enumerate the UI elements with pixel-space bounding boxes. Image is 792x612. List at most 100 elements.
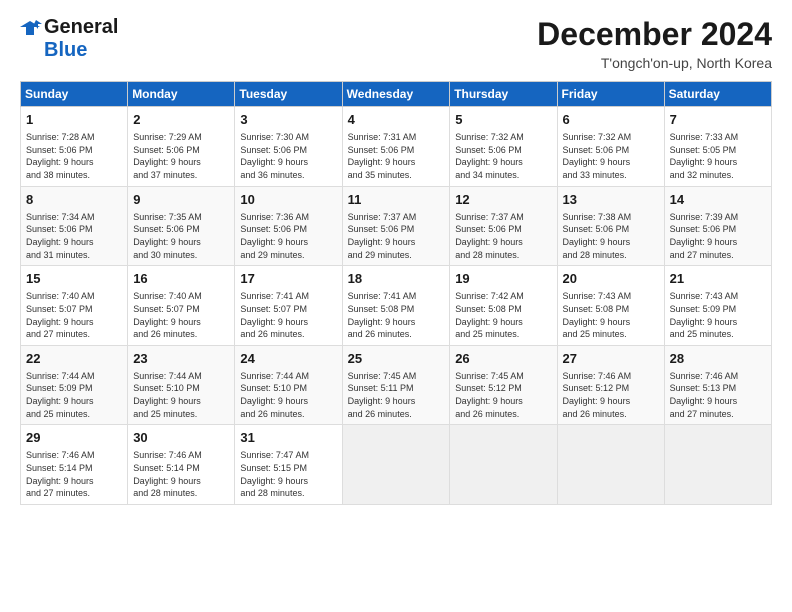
calendar-cell: 27 Sunrise: 7:46 AM Sunset: 5:12 PM Dayli… [557, 345, 664, 425]
header: General Blue December 2024 T'ongch'on-up… [20, 16, 772, 71]
day-number: 4 [348, 111, 445, 129]
day-number: 8 [26, 191, 122, 209]
calendar-table: Sunday Monday Tuesday Wednesday Thursday… [20, 81, 772, 505]
logo-blue: Blue [44, 39, 87, 62]
col-saturday: Saturday [664, 82, 771, 107]
calendar-cell: 20 Sunrise: 7:43 AM Sunset: 5:08 PM Dayli… [557, 266, 664, 346]
day-number: 17 [240, 270, 336, 288]
day-number: 22 [26, 350, 122, 368]
day-number: 5 [455, 111, 551, 129]
calendar-week-row: 29 Sunrise: 7:46 AM Sunset: 5:14 PM Dayli… [21, 425, 772, 505]
day-number: 31 [240, 429, 336, 447]
calendar-cell: 16 Sunrise: 7:40 AM Sunset: 5:07 PM Dayli… [128, 266, 235, 346]
day-number: 28 [670, 350, 766, 368]
calendar-week-row: 22 Sunrise: 7:44 AM Sunset: 5:09 PM Dayli… [21, 345, 772, 425]
calendar-cell: 28Sunrise: 7:46 AM Sunset: 5:13 PM Dayli… [664, 345, 771, 425]
day-info: Sunrise: 7:44 AM Sunset: 5:10 PM Dayligh… [133, 370, 229, 420]
day-number: 16 [133, 270, 229, 288]
day-number: 9 [133, 191, 229, 209]
calendar-cell: 18Sunrise: 7:41 AM Sunset: 5:08 PM Dayli… [342, 266, 450, 346]
day-number: 6 [563, 111, 659, 129]
calendar-cell: 8 Sunrise: 7:34 AM Sunset: 5:06 PM Daylig… [21, 186, 128, 266]
calendar-cell: 25Sunrise: 7:45 AM Sunset: 5:11 PM Dayli… [342, 345, 450, 425]
day-number: 2 [133, 111, 229, 129]
calendar-page: General Blue December 2024 T'ongch'on-up… [0, 0, 792, 612]
day-number: 21 [670, 270, 766, 288]
day-number: 11 [348, 191, 445, 209]
day-info: Sunrise: 7:29 AM Sunset: 5:06 PM Dayligh… [133, 131, 229, 181]
col-wednesday: Wednesday [342, 82, 450, 107]
day-info: Sunrise: 7:32 AM Sunset: 5:06 PM Dayligh… [563, 131, 659, 181]
calendar-cell: 9Sunrise: 7:35 AM Sunset: 5:06 PM Daylig… [128, 186, 235, 266]
calendar-week-row: 8 Sunrise: 7:34 AM Sunset: 5:06 PM Daylig… [21, 186, 772, 266]
day-number: 13 [563, 191, 659, 209]
logo: General Blue [20, 16, 118, 62]
day-number: 14 [670, 191, 766, 209]
day-number: 27 [563, 350, 659, 368]
day-number: 10 [240, 191, 336, 209]
calendar-cell: 21 Sunrise: 7:43 AM Sunset: 5:09 PM Dayli… [664, 266, 771, 346]
day-info: Sunrise: 7:40 AM Sunset: 5:07 PM Dayligh… [133, 290, 229, 340]
day-number: 19 [455, 270, 551, 288]
day-number: 15 [26, 270, 122, 288]
calendar-cell: 26 Sunrise: 7:45 AM Sunset: 5:12 PM Dayli… [450, 345, 557, 425]
calendar-cell: 7 Sunrise: 7:33 AM Sunset: 5:05 PM Daylig… [664, 107, 771, 187]
calendar-cell: 17 Sunrise: 7:41 AM Sunset: 5:07 PM Dayli… [235, 266, 342, 346]
calendar-week-row: 15 Sunrise: 7:40 AM Sunset: 5:07 PM Dayli… [21, 266, 772, 346]
day-number: 23 [133, 350, 229, 368]
day-number: 29 [26, 429, 122, 447]
day-info: Sunrise: 7:46 AM Sunset: 5:12 PM Dayligh… [563, 370, 659, 420]
calendar-subtitle: T'ongch'on-up, North Korea [537, 55, 772, 71]
day-info: Sunrise: 7:41 AM Sunset: 5:08 PM Dayligh… [348, 290, 445, 340]
calendar-header-row: Sunday Monday Tuesday Wednesday Thursday… [21, 82, 772, 107]
day-info: Sunrise: 7:34 AM Sunset: 5:06 PM Dayligh… [26, 211, 122, 261]
calendar-cell: 5 Sunrise: 7:32 AM Sunset: 5:06 PM Daylig… [450, 107, 557, 187]
day-info: Sunrise: 7:45 AM Sunset: 5:12 PM Dayligh… [455, 370, 551, 420]
calendar-cell: 4 Sunrise: 7:31 AM Sunset: 5:06 PM Daylig… [342, 107, 450, 187]
calendar-cell: 31 Sunrise: 7:47 AM Sunset: 5:15 PM Dayli… [235, 425, 342, 505]
calendar-cell: 12Sunrise: 7:37 AM Sunset: 5:06 PM Dayli… [450, 186, 557, 266]
day-number: 3 [240, 111, 336, 129]
calendar-cell: 13Sunrise: 7:38 AM Sunset: 5:06 PM Dayli… [557, 186, 664, 266]
day-number: 24 [240, 350, 336, 368]
day-info: Sunrise: 7:40 AM Sunset: 5:07 PM Dayligh… [26, 290, 122, 340]
calendar-cell: 6 Sunrise: 7:32 AM Sunset: 5:06 PM Daylig… [557, 107, 664, 187]
day-number: 20 [563, 270, 659, 288]
day-info: Sunrise: 7:37 AM Sunset: 5:06 PM Dayligh… [348, 211, 445, 261]
day-info: Sunrise: 7:42 AM Sunset: 5:08 PM Dayligh… [455, 290, 551, 340]
col-monday: Monday [128, 82, 235, 107]
day-number: 26 [455, 350, 551, 368]
day-number: 30 [133, 429, 229, 447]
day-info: Sunrise: 7:44 AM Sunset: 5:09 PM Dayligh… [26, 370, 122, 420]
calendar-cell: 10 Sunrise: 7:36 AM Sunset: 5:06 PM Dayli… [235, 186, 342, 266]
calendar-cell: 22 Sunrise: 7:44 AM Sunset: 5:09 PM Dayli… [21, 345, 128, 425]
calendar-cell: 23 Sunrise: 7:44 AM Sunset: 5:10 PM Dayli… [128, 345, 235, 425]
calendar-cell: 1Sunrise: 7:28 AM Sunset: 5:06 PM Daylig… [21, 107, 128, 187]
day-number: 7 [670, 111, 766, 129]
day-number: 25 [348, 350, 445, 368]
day-info: Sunrise: 7:33 AM Sunset: 5:05 PM Dayligh… [670, 131, 766, 181]
col-tuesday: Tuesday [235, 82, 342, 107]
day-info: Sunrise: 7:43 AM Sunset: 5:09 PM Dayligh… [670, 290, 766, 340]
col-thursday: Thursday [450, 82, 557, 107]
col-sunday: Sunday [21, 82, 128, 107]
col-friday: Friday [557, 82, 664, 107]
calendar-cell: 11 Sunrise: 7:37 AM Sunset: 5:06 PM Dayli… [342, 186, 450, 266]
day-info: Sunrise: 7:43 AM Sunset: 5:08 PM Dayligh… [563, 290, 659, 340]
day-info: Sunrise: 7:41 AM Sunset: 5:07 PM Dayligh… [240, 290, 336, 340]
day-info: Sunrise: 7:32 AM Sunset: 5:06 PM Dayligh… [455, 131, 551, 181]
day-info: Sunrise: 7:36 AM Sunset: 5:06 PM Dayligh… [240, 211, 336, 261]
calendar-cell: 29Sunrise: 7:46 AM Sunset: 5:14 PM Dayli… [21, 425, 128, 505]
calendar-cell [664, 425, 771, 505]
day-info: Sunrise: 7:47 AM Sunset: 5:15 PM Dayligh… [240, 449, 336, 499]
day-info: Sunrise: 7:46 AM Sunset: 5:14 PM Dayligh… [133, 449, 229, 499]
day-info: Sunrise: 7:31 AM Sunset: 5:06 PM Dayligh… [348, 131, 445, 181]
calendar-cell: 2 Sunrise: 7:29 AM Sunset: 5:06 PM Daylig… [128, 107, 235, 187]
calendar-cell: 14Sunrise: 7:39 AM Sunset: 5:06 PM Dayli… [664, 186, 771, 266]
logo-icon [20, 19, 42, 37]
calendar-cell: 30 Sunrise: 7:46 AM Sunset: 5:14 PM Dayli… [128, 425, 235, 505]
calendar-week-row: 1Sunrise: 7:28 AM Sunset: 5:06 PM Daylig… [21, 107, 772, 187]
day-info: Sunrise: 7:30 AM Sunset: 5:06 PM Dayligh… [240, 131, 336, 181]
calendar-title: December 2024 [537, 16, 772, 53]
calendar-cell: 15 Sunrise: 7:40 AM Sunset: 5:07 PM Dayli… [21, 266, 128, 346]
